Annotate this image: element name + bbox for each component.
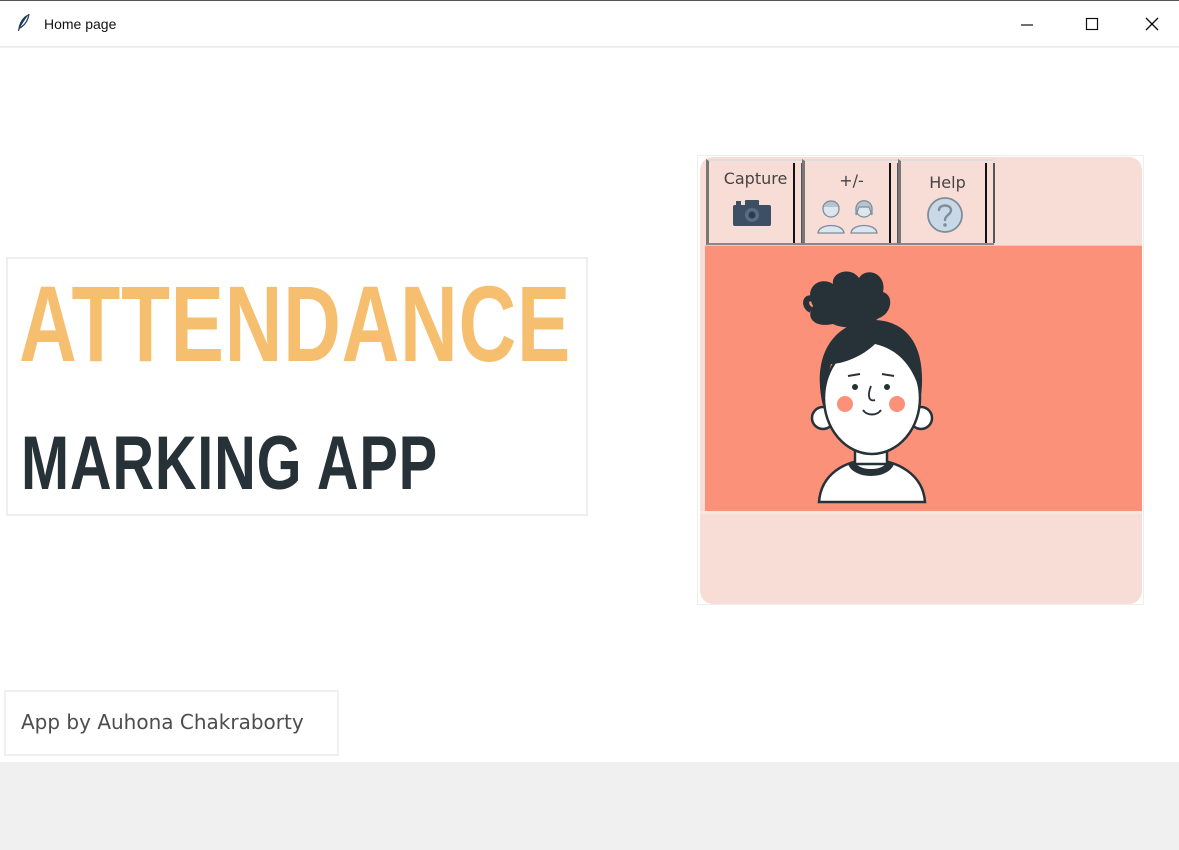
divider <box>700 511 1142 514</box>
window-title: Home page <box>44 16 117 32</box>
minimize-button[interactable] <box>996 1 1058 47</box>
maximize-button[interactable] <box>1061 1 1123 47</box>
app-title-panel: ATTENDANCE MARKING APP <box>6 257 588 516</box>
capture-label: Capture <box>723 169 788 188</box>
avatar-illustration <box>705 245 1142 511</box>
minimize-icon <box>1021 24 1033 26</box>
feather-icon <box>18 13 30 31</box>
main-content: ATTENDANCE MARKING APP Capture +/- Help … <box>0 48 1179 762</box>
users-icon <box>817 200 878 234</box>
camera-icon <box>733 200 771 226</box>
maximize-icon <box>1085 17 1099 31</box>
help-button[interactable]: Help <box>898 159 995 245</box>
credit-text: App by Auhona Chakraborty <box>21 710 304 734</box>
add-remove-label: +/- <box>839 171 864 190</box>
help-label: Help <box>929 173 966 192</box>
title-bar[interactable]: Home page <box>0 1 1179 47</box>
capture-button[interactable]: Capture <box>706 159 803 245</box>
credit-label: App by Auhona Chakraborty <box>4 690 339 756</box>
close-icon <box>1145 17 1159 31</box>
action-toolbar: Capture +/- Help <box>706 159 998 245</box>
add-remove-users-button[interactable]: +/- <box>802 159 899 245</box>
close-button[interactable] <box>1125 1 1179 47</box>
illustration-card: Capture +/- Help <box>697 155 1144 605</box>
title-attendance: ATTENDANCE <box>19 263 572 384</box>
app-window: Home page ATTENDANCE MARKING APP Capture… <box>0 0 1179 850</box>
question-icon <box>927 197 963 233</box>
title-marking-app: MARKING APP <box>21 421 438 506</box>
woman-avatar-illustration <box>803 271 934 504</box>
